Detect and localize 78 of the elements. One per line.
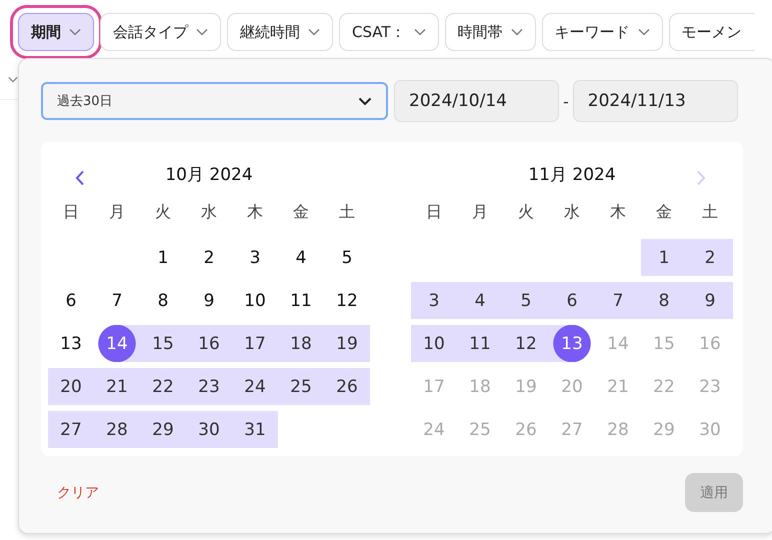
date-separator: - (563, 92, 569, 110)
calendar-day[interactable]: 2 (687, 239, 733, 276)
month-title: 10月 2024 (165, 164, 253, 186)
calendar-day[interactable]: 16 (186, 325, 232, 362)
weekday-label: 月 (471, 200, 489, 222)
chevron-down-icon (308, 28, 320, 36)
weekday-label: 火 (517, 200, 535, 222)
calendar-day[interactable]: 7 (595, 282, 641, 319)
calendar-day[interactable]: 13 (48, 325, 94, 362)
calendar-day[interactable]: 27 (48, 411, 94, 448)
filter-button[interactable]: モーメン (668, 13, 754, 51)
chevron-down-icon (196, 28, 208, 36)
calendar-day[interactable]: 29 (140, 411, 186, 448)
calendar-day[interactable]: 7 (94, 282, 140, 319)
calendar-day[interactable]: 4 (457, 282, 503, 319)
calendar-day[interactable]: 11 (457, 325, 503, 362)
calendar-day[interactable]: 22 (140, 368, 186, 405)
calendar-day[interactable]: 10 (232, 282, 278, 319)
calendar-day[interactable]: 23 (186, 368, 232, 405)
calendar-day[interactable]: 1 (140, 239, 186, 276)
weekday-label: 水 (200, 200, 218, 222)
calendar-day[interactable]: 1 (641, 239, 687, 276)
calendar-day[interactable]: 24 (232, 368, 278, 405)
preset-dropdown[interactable]: 過去30日 (41, 82, 388, 120)
chevron-down-icon (358, 96, 372, 106)
chevron-down-icon (510, 28, 523, 36)
calendar-day[interactable]: 10 (411, 325, 457, 362)
chevron-down-icon (8, 76, 18, 82)
calendar-day[interactable]: 3 (232, 239, 278, 276)
calendar-day[interactable]: 11 (278, 282, 324, 319)
weekday-label: 木 (609, 200, 627, 222)
calendar-day[interactable]: 2 (186, 239, 232, 276)
weekday-label: 土 (701, 200, 719, 222)
weekday-label: 金 (292, 200, 310, 222)
weekday-label: 日 (62, 200, 80, 222)
filter-button[interactable]: 継続時間 (227, 13, 333, 51)
calendar-day[interactable]: 5 (324, 239, 370, 276)
calendar-day[interactable]: 3 (411, 282, 457, 319)
chevron-left-icon[interactable] (75, 170, 85, 186)
calendar-day[interactable]: 6 (48, 282, 94, 319)
chevron-down-icon (414, 28, 426, 36)
calendar-day[interactable]: 6 (549, 282, 595, 319)
weekday-label: 土 (338, 200, 356, 222)
clear-link[interactable]: クリア (41, 484, 115, 502)
calendar-day[interactable]: 21 (94, 368, 140, 405)
calendar-day[interactable]: 8 (641, 282, 687, 319)
chevron-down-icon (638, 28, 650, 36)
calendar-day[interactable]: 18 (278, 325, 324, 362)
calendar-day[interactable]: 20 (48, 368, 94, 405)
calendar-day[interactable]: 28 (94, 411, 140, 448)
calendar-day[interactable]: 17 (232, 325, 278, 362)
weekday-label: 金 (655, 200, 673, 222)
calendar-day[interactable]: 5 (503, 282, 549, 319)
calendar-day[interactable]: 8 (140, 282, 186, 319)
calendar-day[interactable]: 19 (324, 325, 370, 362)
filter-button[interactable]: 会話タイプ (100, 13, 221, 51)
calendar-day[interactable]: 25 (278, 368, 324, 405)
weekday-label: 水 (563, 200, 581, 222)
end-date-field[interactable]: 2024/11/13 (572, 80, 738, 122)
calendar-day[interactable]: 9 (186, 282, 232, 319)
calendar-day[interactable]: 26 (324, 368, 370, 405)
weekday-label: 木 (246, 200, 264, 222)
calendar-day[interactable]: 9 (687, 282, 733, 319)
chevron-down-icon (69, 28, 81, 36)
calendar-day[interactable]: 15 (140, 325, 186, 362)
weekday-label: 月 (108, 200, 126, 222)
filter-button[interactable]: キーワード (542, 13, 663, 51)
calendar-day[interactable]: 31 (232, 411, 278, 448)
calendar-day[interactable]: 30 (186, 411, 232, 448)
weekday-label: 火 (154, 200, 172, 222)
start-date-field[interactable]: 2024/10/14 (394, 80, 559, 122)
calendar-day[interactable]: 12 (503, 325, 549, 362)
month-title: 11月 2024 (528, 164, 616, 186)
calendar-day[interactable]: 12 (324, 282, 370, 319)
filter-button[interactable]: CSAT： (339, 13, 439, 51)
weekday-label: 日 (425, 200, 443, 222)
calendar-day[interactable]: 4 (278, 239, 324, 276)
filter-button[interactable]: 時間帯 (444, 13, 536, 51)
